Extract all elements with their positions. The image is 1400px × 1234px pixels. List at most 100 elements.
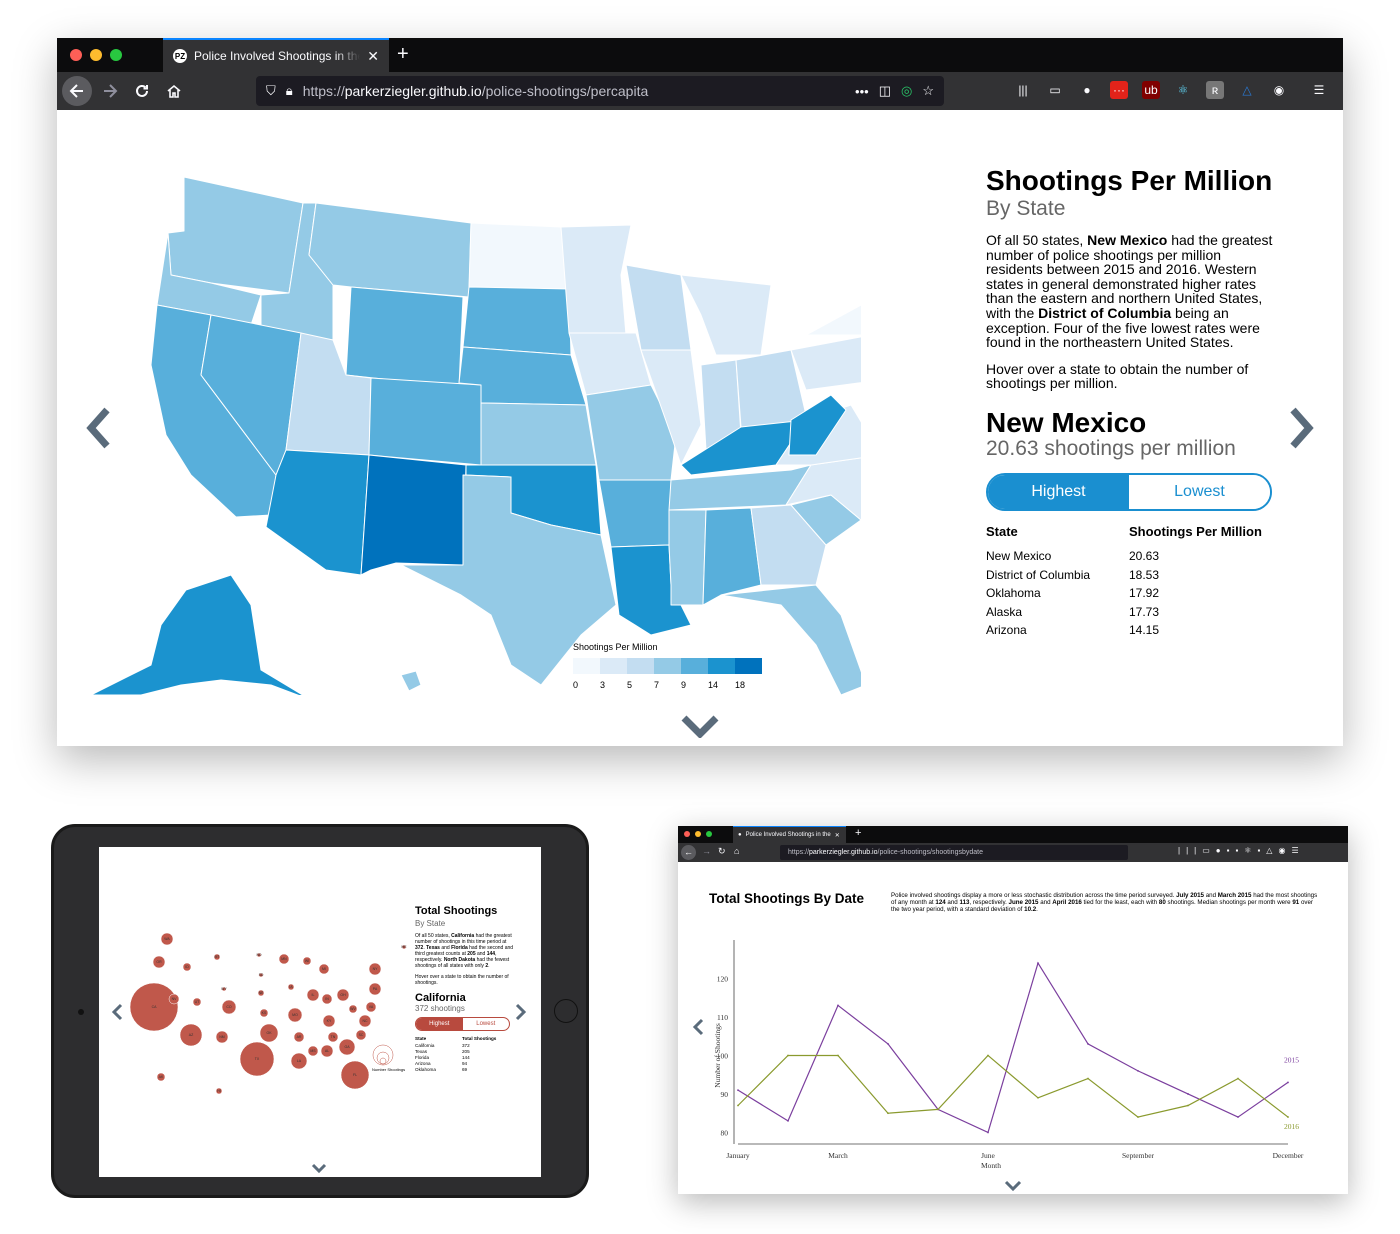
data-point[interactable] bbox=[1287, 1116, 1289, 1118]
scroll-down-chevron-icon[interactable] bbox=[681, 714, 719, 738]
pocket-icon[interactable]: ◫ bbox=[879, 83, 891, 99]
bubble-label: LA bbox=[297, 1059, 302, 1063]
browser-tab[interactable]: PZ Police Involved Shootings in the ✕ bbox=[163, 38, 389, 72]
next-slide-chevron-icon[interactable] bbox=[515, 1003, 527, 1021]
series-line-2016[interactable] bbox=[737, 1054, 1289, 1118]
data-point[interactable] bbox=[737, 1104, 739, 1107]
state-MN[interactable] bbox=[560, 224, 632, 336]
more-actions-icon[interactable]: ••• bbox=[855, 84, 869, 99]
menu-icon[interactable]: ☰ bbox=[1310, 81, 1328, 99]
minimize-window-button[interactable] bbox=[90, 49, 102, 61]
small-back-button[interactable]: ← bbox=[681, 845, 696, 860]
state-MI[interactable] bbox=[680, 274, 772, 356]
data-point[interactable] bbox=[887, 1112, 889, 1115]
data-point[interactable] bbox=[1187, 1093, 1189, 1095]
url-text[interactable]: https://parkerziegler.github.io/police-s… bbox=[303, 83, 845, 99]
legend-tick: 0 bbox=[573, 680, 579, 690]
small-tab-close-icon[interactable]: ✕ bbox=[835, 832, 840, 839]
library-icon[interactable]: ||| bbox=[1014, 81, 1032, 99]
data-point[interactable] bbox=[837, 1004, 839, 1007]
lastpass-icon[interactable]: ··· bbox=[1110, 81, 1128, 99]
small-home-button[interactable]: ⌂ bbox=[734, 846, 739, 856]
tab-close-icon[interactable]: ✕ bbox=[367, 48, 379, 65]
small-close-button[interactable] bbox=[684, 831, 690, 837]
state-SD[interactable] bbox=[462, 286, 572, 356]
data-point[interactable] bbox=[937, 1108, 939, 1111]
home-button[interactable] bbox=[159, 76, 189, 106]
close-window-button[interactable] bbox=[70, 49, 82, 61]
data-point[interactable] bbox=[1137, 1069, 1139, 1072]
highest-button[interactable]: Highest bbox=[988, 474, 1129, 509]
globe-extension-icon[interactable]: ◉ bbox=[1270, 81, 1288, 99]
state-MT[interactable] bbox=[308, 202, 472, 298]
legend-swatch bbox=[573, 658, 600, 674]
ipad-home-button[interactable] bbox=[554, 999, 578, 1023]
maximize-window-button[interactable] bbox=[110, 49, 122, 61]
state-AK[interactable] bbox=[90, 574, 311, 695]
data-point[interactable] bbox=[787, 1120, 789, 1122]
data-point[interactable] bbox=[1037, 1096, 1039, 1099]
small-toolbar-icons[interactable]: |||▭●▪▪⚛▪△◉☰ bbox=[1178, 846, 1305, 855]
next-slide-chevron-icon[interactable] bbox=[1287, 406, 1317, 450]
bubble-label: ID bbox=[185, 965, 189, 969]
data-point[interactable] bbox=[1287, 1081, 1289, 1084]
bubble-label: NY bbox=[373, 967, 379, 971]
lock-icon[interactable]: 🔒︎ bbox=[286, 83, 293, 99]
state-MS[interactable] bbox=[668, 509, 707, 606]
scroll-down-chevron-icon[interactable] bbox=[1004, 1180, 1022, 1192]
ipad-highest-button[interactable]: Highest bbox=[416, 1018, 463, 1030]
new-tab-button[interactable]: + bbox=[397, 43, 409, 66]
state-column: State New Mexico District of Columbia Okla… bbox=[986, 525, 1129, 640]
state-ND[interactable] bbox=[468, 222, 570, 290]
scroll-down-chevron-icon[interactable] bbox=[311, 1163, 327, 1173]
lowest-button[interactable]: Lowest bbox=[1129, 474, 1270, 509]
data-point[interactable] bbox=[1087, 1077, 1089, 1080]
state-HI[interactable] bbox=[400, 670, 422, 692]
state-CO[interactable] bbox=[368, 377, 482, 466]
data-point[interactable] bbox=[987, 1131, 989, 1134]
data-point[interactable] bbox=[1037, 962, 1039, 964]
data-point[interactable] bbox=[1237, 1077, 1239, 1080]
data-point[interactable] bbox=[1137, 1116, 1139, 1118]
data-point[interactable] bbox=[987, 1054, 989, 1057]
extension-icon[interactable]: ʀ bbox=[1206, 81, 1224, 99]
state-AL[interactable] bbox=[702, 507, 762, 606]
small-forward-button[interactable]: → bbox=[702, 846, 711, 856]
triangle-extension-icon[interactable]: △ bbox=[1238, 81, 1256, 99]
data-point[interactable] bbox=[887, 1043, 889, 1045]
state-KS[interactable] bbox=[480, 402, 597, 466]
account-icon[interactable]: ● bbox=[1078, 81, 1096, 99]
state-AZ[interactable] bbox=[265, 449, 370, 576]
small-new-tab-button[interactable]: + bbox=[855, 827, 861, 839]
state-AR[interactable] bbox=[598, 479, 672, 548]
reload-button[interactable] bbox=[127, 76, 157, 106]
data-point[interactable] bbox=[837, 1054, 839, 1057]
extension-ring-icon[interactable]: ◎ bbox=[901, 83, 912, 99]
sidebar-icon[interactable]: ▭ bbox=[1046, 81, 1064, 99]
state-WA[interactable] bbox=[167, 176, 304, 294]
ipad-lowest-button[interactable]: Lowest bbox=[463, 1018, 510, 1030]
small-browser-tab[interactable]: ● Police Involved Shootings in the ✕ bbox=[733, 826, 846, 843]
ublock-icon[interactable]: ub bbox=[1142, 81, 1160, 99]
small-maximize-button[interactable] bbox=[706, 831, 712, 837]
shield-icon[interactable]: ⛉ bbox=[266, 83, 276, 99]
state-IA[interactable] bbox=[568, 332, 652, 396]
small-reload-button[interactable]: ↻ bbox=[718, 846, 726, 857]
url-bar[interactable]: ⛉ 🔒︎ https://parkerziegler.github.io/pol… bbox=[256, 76, 944, 106]
data-point[interactable] bbox=[1237, 1116, 1239, 1118]
data-point[interactable] bbox=[1187, 1104, 1189, 1107]
back-button[interactable] bbox=[62, 76, 92, 106]
state-PA[interactable] bbox=[790, 335, 861, 391]
bookmark-star-icon[interactable]: ☆ bbox=[922, 83, 934, 99]
forward-button[interactable] bbox=[95, 76, 125, 106]
data-point[interactable] bbox=[1087, 1043, 1089, 1045]
state-NM[interactable] bbox=[360, 454, 467, 576]
data-point[interactable] bbox=[737, 1089, 739, 1092]
small-navigation-bar: ← → ↻ ⌂ https://parkerziegler.github.io /… bbox=[678, 843, 1348, 862]
react-devtools-icon[interactable]: ⚛ bbox=[1174, 81, 1192, 99]
small-minimize-button[interactable] bbox=[695, 831, 701, 837]
series-line-2015[interactable] bbox=[737, 961, 1289, 1134]
state-WY[interactable] bbox=[345, 286, 464, 388]
small-url-bar[interactable]: https://parkerziegler.github.io/police-s… bbox=[780, 845, 1128, 860]
data-point[interactable] bbox=[787, 1054, 789, 1057]
